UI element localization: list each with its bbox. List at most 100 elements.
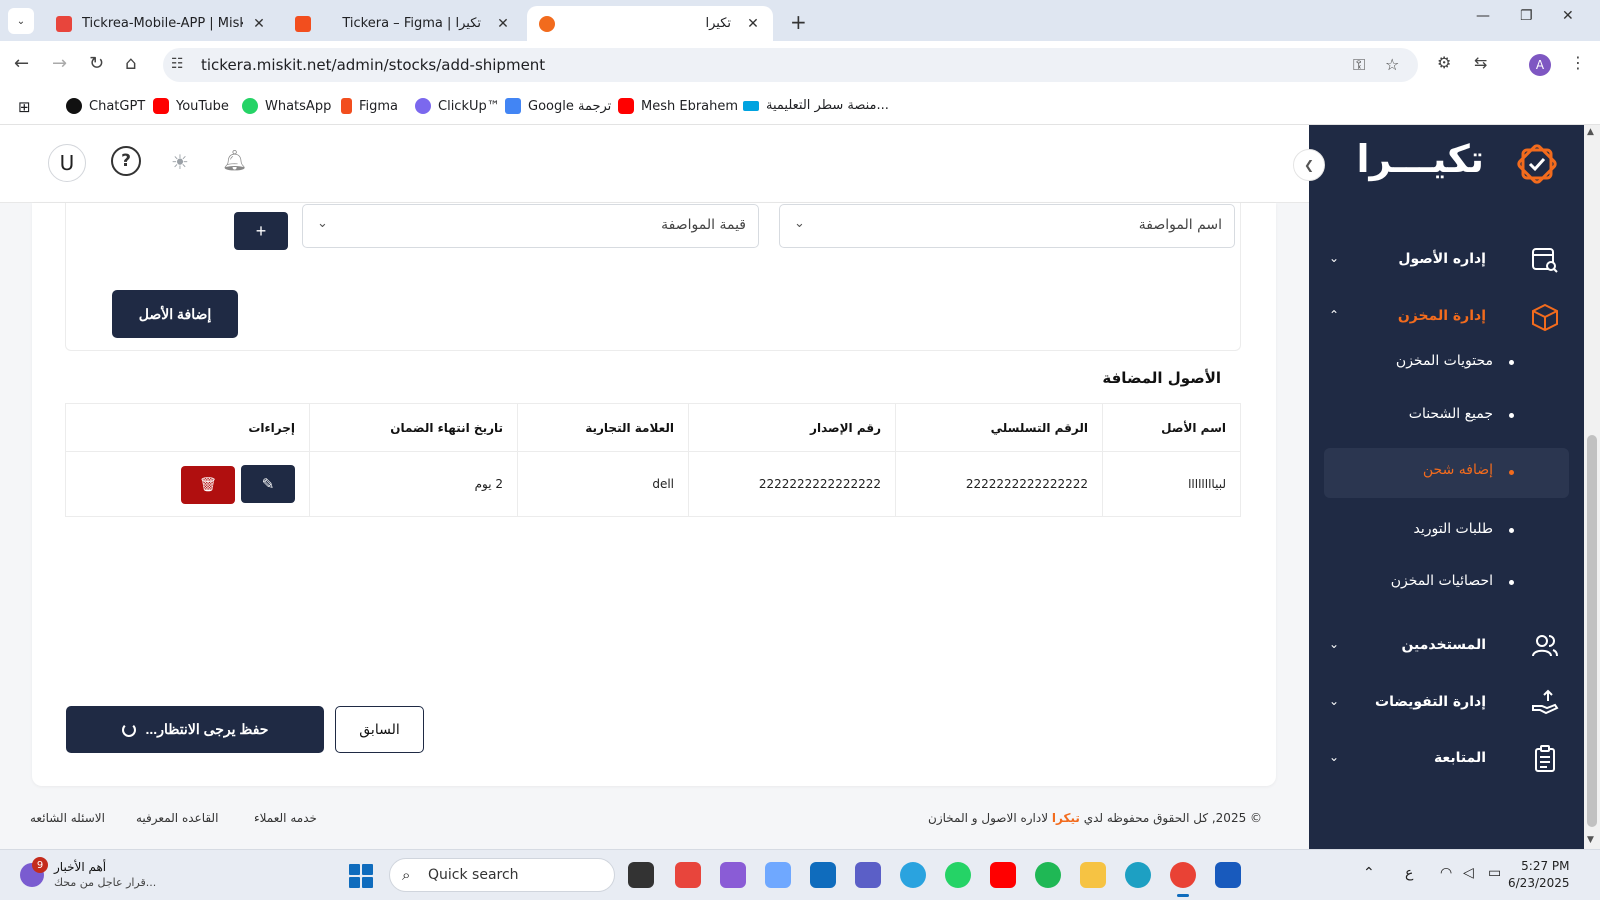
word-app-icon[interactable] [1215,862,1241,888]
close-tab-icon[interactable]: ✕ [251,16,267,32]
apps-grid-icon[interactable]: ⊞ [18,98,31,116]
whatsapp-desktop-icon[interactable] [1035,862,1061,888]
sidebar-subitem-label: جميع الشحنات [1408,406,1493,422]
windows-start-icon[interactable] [349,864,373,888]
close-window-icon[interactable]: ✕ [1562,8,1574,24]
sidebar-item-users[interactable]: المستخدمين ⌄ [1309,627,1584,667]
bookmark-mesh-ebrahem[interactable]: Mesh Ebrahem [618,98,738,114]
terminal-app-icon[interactable] [628,862,654,888]
home-icon[interactable]: ⌂ [125,53,136,74]
tray-overflow-icon[interactable]: ⌃ [1363,865,1375,881]
sidebar-collapse-button[interactable]: ❮ [1293,149,1325,181]
teams-app-icon[interactable] [855,862,881,888]
bookmark-google-translate[interactable]: Google ترجمة [505,98,611,114]
extensions-icon[interactable]: ⚙ [1437,53,1451,72]
close-tab-icon[interactable]: ✕ [495,16,511,32]
browser-tab-2[interactable]: Tickera – Figma | تكيرا ✕ [283,6,523,41]
address-bar[interactable]: ☷ tickera.miskit.net/admin/stocks/add-sh… [163,48,1418,82]
input-language[interactable]: ع [1405,865,1413,881]
scroll-up-icon[interactable]: ▲ [1587,127,1594,137]
news-widget[interactable]: 9 أهم الأخبار قرار عاجل من محك... [20,857,160,893]
user-avatar[interactable]: U [48,144,86,182]
add-asset-button[interactable]: إضافة الأصل [112,290,238,338]
sidebar-subitem-supply-requests[interactable]: طلبات التوريد [1309,509,1584,553]
back-arrow-icon[interactable]: ← [14,53,29,74]
canva-app-icon[interactable] [675,862,701,888]
copilot-app-icon[interactable] [765,862,791,888]
sidebar-item-follow-up[interactable]: المتابعة ⌄ [1309,740,1584,780]
m365-app-icon[interactable] [720,862,746,888]
bullet-icon [1509,360,1514,365]
taskbar-search[interactable]: ⌕ Quick search [389,858,615,892]
reload-icon[interactable]: ↻ [89,53,104,74]
scrollbar-thumb[interactable] [1587,435,1597,827]
bookmark-whatsapp[interactable]: WhatsApp [242,98,331,114]
translate-icon[interactable]: ⇆ [1474,53,1487,72]
spec-name-select[interactable]: اسم المواصفة ⌄ [779,204,1235,248]
browser-tab-1[interactable]: Tickrea-Mobile-APP | Misk Integ ✕ [44,6,279,41]
chrome-app-icon[interactable] [1170,862,1196,897]
spec-value-select[interactable]: قيمة المواصفة ⌄ [302,204,759,248]
cell-asset-name: لبياااااااا [1102,451,1241,517]
spec-name-placeholder: اسم المواصفة [1138,217,1222,233]
sidebar-item-asset-management[interactable]: إداره الأصول ⌄ [1309,241,1584,281]
bookmark-label: Mesh Ebrahem [641,98,739,114]
tickera-favicon-icon [539,15,555,32]
edit-button[interactable]: ✎ [241,464,295,503]
sidebar-subitem-warehouse-contents[interactable]: محتويات المخزن [1309,341,1584,385]
browser-tab-3-active[interactable]: تكيرا ✕ [527,6,773,41]
add-spec-button[interactable]: + [234,212,288,250]
site-info-icon[interactable]: ☷ [171,56,184,72]
column-header: إجراءات [65,403,310,452]
sidebar-subitem-warehouse-stats[interactable]: احصائيات المخزن [1309,561,1584,605]
bookmark-star-icon[interactable]: ☆ [1385,55,1399,74]
battery-icon[interactable]: ▭ [1488,865,1501,881]
url-text[interactable]: tickera.miskit.net/admin/stocks/add-ship… [201,56,545,74]
forward-arrow-icon[interactable]: → [52,53,67,74]
restore-icon[interactable]: ❐ [1520,8,1533,24]
key-icon[interactable]: ⚿ [1353,55,1365,75]
browser-toolbar: ← → ↻ ⌂ ☷ tickera.miskit.net/admin/stock… [0,41,1600,89]
tab-search-button[interactable]: ⌄ [8,8,34,34]
save-button[interactable]: حفظ يرجى الانتظار... [66,706,324,753]
outlook-app-icon[interactable] [810,862,836,888]
sidebar-item-delegations[interactable]: إدارة التفويضات ⌄ [1309,684,1584,724]
wifi-icon[interactable]: ◠ [1440,865,1452,881]
footer-link-faq[interactable]: الاسئله الشائعه [30,811,105,825]
edge-app-icon[interactable] [1125,862,1151,888]
youtube-app-icon[interactable] [990,862,1016,888]
new-tab-button[interactable]: + [790,10,807,34]
volume-icon[interactable]: ◁ [1463,865,1474,881]
spinner-icon [121,722,136,737]
telegram-app-icon[interactable] [900,862,926,888]
delete-button[interactable]: 🗑︎ [181,465,235,504]
sun-icon[interactable]: ☀ [171,150,189,174]
help-icon[interactable]: ? [111,146,141,176]
chatgpt-icon [66,98,82,114]
sidebar-subitem-label: طلبات التوريد [1413,521,1493,537]
sidebar-subitem-add-shipment[interactable]: إضافه شحن [1324,448,1569,498]
whatsapp-app-icon[interactable] [945,862,971,888]
chrome-menu-icon[interactable]: ⋮ [1570,53,1586,72]
bookmark-clickup[interactable]: ClickUp™ [415,98,500,114]
minimize-icon[interactable]: — [1476,8,1490,24]
previous-button[interactable]: السابق [335,706,424,753]
bookmark-label: Google ترجمة [528,98,612,114]
bookmark-chatgpt[interactable]: ChatGPT [66,98,145,114]
sidebar-subitem-all-shipments[interactable]: جميع الشحنات [1309,394,1584,438]
bookmark-label: منصة سطر التعليمية... [766,98,889,113]
clock-date: 6/23/2025 [1508,876,1570,890]
bookmark-figma[interactable]: Figma [341,98,398,114]
bookmark-satr[interactable]: منصة سطر التعليمية... [743,98,889,113]
bookmark-youtube[interactable]: YouTube [153,98,229,114]
footer-link-support[interactable]: خدمه العملاء [254,811,317,825]
footer-link-knowledge-base[interactable]: القاعده المعرفيه [136,811,218,825]
page-scrollbar[interactable]: ▲ ▼ [1584,125,1600,849]
close-tab-icon[interactable]: ✕ [745,16,761,32]
file-explorer-icon[interactable] [1080,862,1106,888]
bell-icon[interactable]: 🔔︎ [222,148,247,172]
sidebar-item-warehouse-management[interactable]: إدارة المخزن ⌃ [1309,298,1584,338]
scroll-down-icon[interactable]: ▼ [1587,835,1594,845]
profile-avatar[interactable]: A [1529,54,1551,76]
system-clock[interactable]: 5:27 PM 6/23/2025 [1508,858,1570,892]
